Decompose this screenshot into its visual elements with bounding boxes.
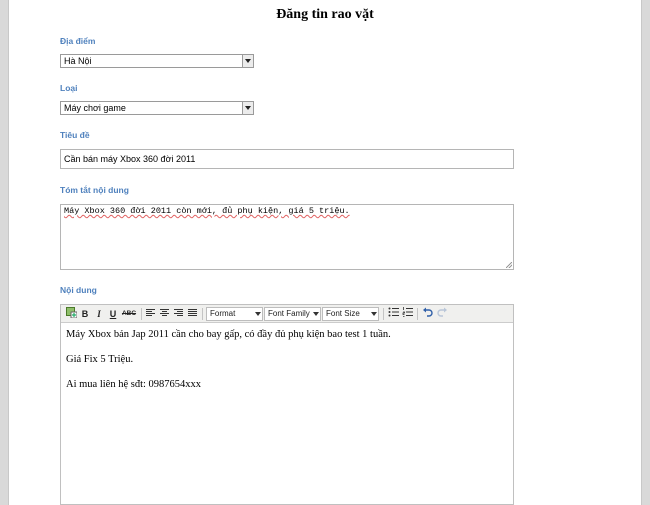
italic-button[interactable]: I [93, 307, 105, 321]
chevron-down-icon [371, 312, 377, 316]
align-left-icon[interactable] [146, 309, 155, 318]
align-center-icon[interactable] [160, 309, 169, 318]
strikethrough-button[interactable]: ABC [121, 307, 137, 321]
content-paragraph: Máy Xbox bản Jap 2011 cần cho bay gấp, c… [66, 329, 391, 340]
undo-icon[interactable] [421, 307, 433, 321]
content-paragraph: Ai mua liên hệ sđt: 0987654xxx [66, 379, 202, 390]
location-select-value: Hà Nội [64, 56, 92, 66]
bullet-list-icon[interactable] [387, 307, 399, 321]
editor-toolbar: B I U ABC Format Font Family Font Size [61, 305, 513, 323]
summary-text: Máy Xbox 360 đời 2011 còn mới, đủ phụ ki… [64, 206, 350, 216]
format-dropdown[interactable]: Format [206, 307, 263, 321]
chevron-down-icon [313, 312, 319, 316]
content-paragraph: Giá Fix 5 Triệu. [66, 354, 134, 365]
category-select-value: Máy chơi game [64, 103, 126, 113]
toolbar-divider [202, 308, 203, 320]
chevron-down-icon[interactable] [242, 102, 253, 114]
resize-handle[interactable] [506, 262, 512, 268]
toolbar-divider [141, 308, 142, 320]
insert-image-icon[interactable] [65, 307, 77, 321]
font-family-dropdown[interactable]: Font Family [264, 307, 321, 321]
title-label: Tiêu đề [60, 130, 90, 140]
location-select[interactable]: Hà Nội [60, 54, 254, 68]
bold-button[interactable]: B [79, 307, 91, 321]
location-label: Địa điểm [60, 36, 96, 46]
underline-button[interactable]: U [107, 307, 119, 321]
align-right-icon[interactable] [174, 309, 183, 318]
chevron-down-icon[interactable] [242, 55, 253, 67]
category-select[interactable]: Máy chơi game [60, 101, 254, 115]
font-size-dropdown-label: Font Size [326, 309, 360, 318]
editor-content[interactable]: Máy Xbox bản Jap 2011 cần cho bay gấp, c… [61, 323, 513, 408]
format-dropdown-label: Format [210, 309, 236, 318]
font-family-dropdown-label: Font Family [268, 309, 310, 318]
summary-textarea[interactable]: Máy Xbox 360 đời 2011 còn mới, đủ phụ ki… [60, 204, 514, 270]
page-title: Đăng tin rao vặt [276, 7, 374, 22]
content-label: Nội dung [60, 285, 97, 295]
chevron-down-icon [255, 312, 261, 316]
numbered-list-icon[interactable] [401, 307, 413, 321]
font-size-dropdown[interactable]: Font Size [322, 307, 379, 321]
category-label: Loại [60, 83, 78, 93]
summary-label: Tóm tắt nội dung [60, 185, 129, 195]
toolbar-divider [417, 308, 418, 320]
title-input[interactable]: Cần bán máy Xbox 360 đời 2011 [60, 149, 514, 169]
post-ad-form: Đăng tin rao vặt Địa điểm Hà Nội Loại Má… [8, 0, 642, 505]
align-justify-icon[interactable] [188, 309, 197, 318]
toolbar-divider [383, 308, 384, 320]
redo-icon[interactable] [436, 307, 448, 321]
rich-text-editor: B I U ABC Format Font Family Font Size M… [60, 304, 514, 505]
